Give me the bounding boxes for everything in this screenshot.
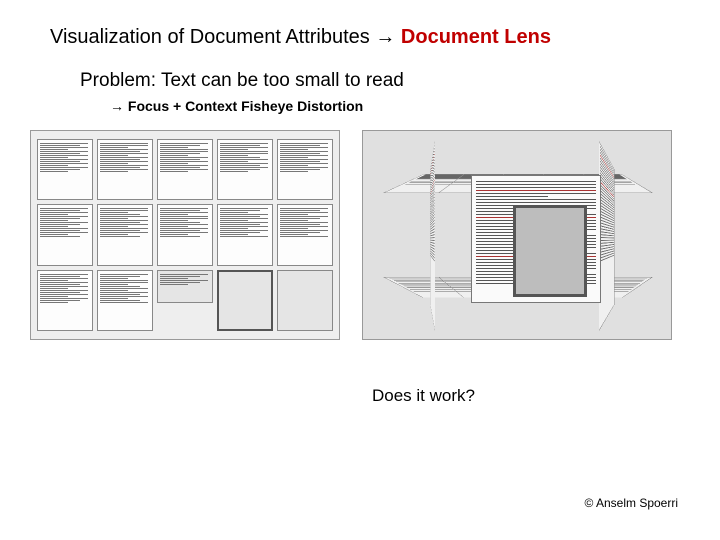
copyright-text: © Anselm Spoerri <box>584 496 678 510</box>
title-highlight: Document Lens <box>395 26 551 48</box>
thumbnail-page <box>97 204 153 265</box>
title-prefix: Visualization of Document Attributes <box>50 26 375 48</box>
thumbnail-page <box>277 204 333 265</box>
thumbnail-page <box>97 139 153 200</box>
thumbnail-page <box>217 204 273 265</box>
figure-fisheye-lens <box>362 130 672 340</box>
question-text: Does it work? <box>372 386 475 406</box>
thumbnail-page <box>277 139 333 200</box>
thumbnail-focus-frame <box>217 270 273 331</box>
arrow-right-icon: → <box>110 98 124 114</box>
thumbnail-page <box>97 270 153 331</box>
figure-document-grid <box>30 130 340 340</box>
thumbnail-page-partial <box>157 270 213 304</box>
thumbnail-page <box>37 139 93 200</box>
fisheye-focus-rectangle <box>513 205 587 297</box>
thumbnail-page <box>157 204 213 265</box>
thumbnail-page <box>157 139 213 200</box>
problem-statement: Problem: Text can be too small to read <box>80 70 404 92</box>
fisheye-wall-left <box>430 141 435 331</box>
thumbnail-page <box>37 204 93 265</box>
fisheye-wall-right <box>599 141 614 331</box>
thumbnail-grid <box>37 139 333 331</box>
solution-subline: → Focus + Context Fisheye Distortion <box>110 98 363 114</box>
thumbnail-page <box>37 270 93 331</box>
thumbnail-page <box>217 139 273 200</box>
arrow-right-icon: → <box>375 26 395 48</box>
slide-title: Visualization of Document Attributes → D… <box>50 26 551 49</box>
subline-text: Focus + Context Fisheye Distortion <box>124 98 363 114</box>
thumbnail-page-empty <box>277 270 333 331</box>
